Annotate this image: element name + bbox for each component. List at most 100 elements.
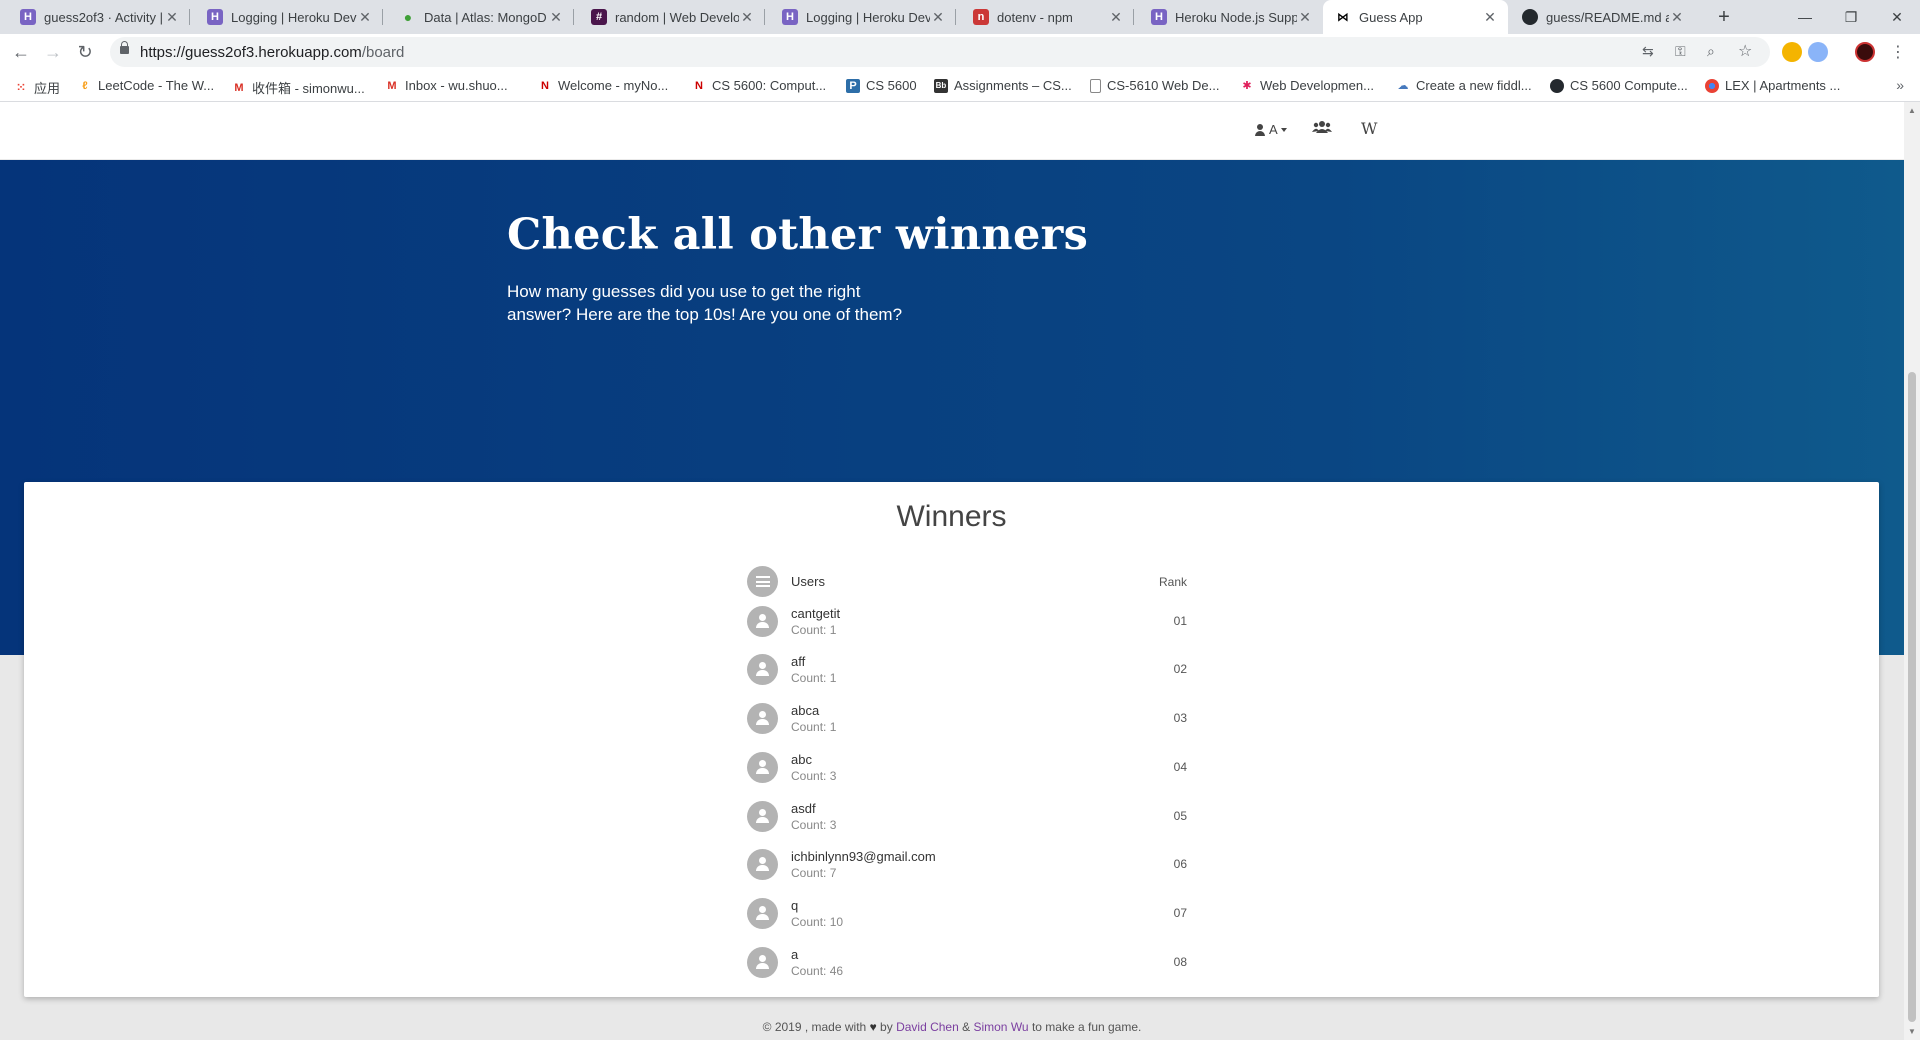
footer-amp: & <box>962 1020 971 1034</box>
leaderboard-row: abca Count: 1 03 <box>747 699 1187 739</box>
scrollbar-thumb[interactable] <box>1908 372 1916 1022</box>
close-icon[interactable]: ✕ <box>357 9 373 26</box>
user-name: a <box>791 947 799 962</box>
tab-title: guess/README.md a <box>1546 9 1669 25</box>
tab-title: Heroku Node.js Supp <box>1175 9 1297 25</box>
browser-tab[interactable]: guess/README.md a ✕ <box>1510 0 1695 34</box>
close-icon[interactable]: ✕ <box>930 9 946 26</box>
translate-icon[interactable]: ⇆ <box>1642 43 1654 60</box>
heroku-icon: H <box>782 9 798 25</box>
key-icon[interactable]: ⚿ <box>1675 43 1686 60</box>
leaderboard-row: a Count: 46 08 <box>747 943 1187 983</box>
minimize-button[interactable]: — <box>1782 0 1828 34</box>
bookmark-item[interactable]: N Welcome - myNo... <box>538 78 668 93</box>
user-name: abca <box>791 703 820 718</box>
scroll-down-arrow-icon[interactable]: ▼ <box>1908 1027 1916 1036</box>
browser-tabstrip: H guess2of3 · Activity | ✕ H Logging | H… <box>0 0 1920 34</box>
wikipedia-icon[interactable]: W <box>1361 119 1377 138</box>
bookmark-item[interactable]: CS-5610 Web De... <box>1090 78 1219 93</box>
page-viewport: A W Check all other winners How many gue… <box>0 102 1904 1040</box>
bookmarks-bar: ⁙ 应用 ℓ LeetCode - The W... M 收件箱 - simonwu.… <box>0 70 1920 102</box>
northeastern-icon: N <box>541 79 549 92</box>
person-icon <box>747 752 778 783</box>
profile-avatar[interactable] <box>1855 42 1875 62</box>
page-title: Check all other winners <box>507 210 1089 260</box>
browser-tab[interactable]: ● Data | Atlas: MongoD ✕ <box>388 0 574 34</box>
close-icon[interactable]: ✕ <box>739 9 755 26</box>
bookmark-item[interactable]: N CS 5600: Comput... <box>692 78 826 93</box>
url-host: https://guess2of3.herokuapp.com <box>140 44 362 61</box>
menu-kebab-icon[interactable]: ⋮ <box>1884 38 1912 66</box>
browser-tab[interactable]: H Heroku Node.js Supp ✕ <box>1139 0 1323 34</box>
bookmark-item[interactable]: ☁ Create a new fiddl... <box>1396 78 1532 93</box>
heroku-icon: H <box>20 9 36 25</box>
user-count: Count: 3 <box>791 818 837 832</box>
user-count: Count: 1 <box>791 671 837 685</box>
browser-tab-active[interactable]: ⋈ Guess App ✕ <box>1323 0 1508 34</box>
user-name: abc <box>791 752 812 767</box>
bookmark-item[interactable]: ℓ LeetCode - The W... <box>78 78 214 93</box>
scroll-up-arrow-icon[interactable]: ▲ <box>1908 106 1916 115</box>
close-icon[interactable]: ✕ <box>1297 9 1313 26</box>
close-icon[interactable]: ✕ <box>1669 9 1685 26</box>
bookmark-item[interactable]: LEX | Apartments ... <box>1705 78 1840 93</box>
reload-icon[interactable]: ↻ <box>71 38 99 66</box>
browser-tab[interactable]: H guess2of3 · Activity | ✕ <box>8 0 190 34</box>
star-icon[interactable]: ☆ <box>1738 41 1752 61</box>
close-icon[interactable]: ✕ <box>1482 9 1498 26</box>
bookmark-item[interactable]: P CS 5600 <box>846 78 917 93</box>
close-icon[interactable]: ✕ <box>548 9 564 26</box>
close-icon[interactable]: ✕ <box>1108 9 1124 26</box>
bookmark-label: LeetCode - The W... <box>98 78 215 93</box>
slack-icon: # <box>591 9 607 25</box>
bookmark-label: 应用 <box>34 81 61 96</box>
northeastern-icon: N <box>695 79 703 92</box>
bookmark-label: Create a new fiddl... <box>1416 78 1532 93</box>
url-text[interactable]: https://guess2of3.herokuapp.com/board <box>140 44 404 61</box>
window-close-button[interactable]: ✕ <box>1874 0 1920 34</box>
user-rank: 02 <box>1173 662 1187 676</box>
bookmark-item[interactable]: CS 5600 Compute... <box>1550 78 1688 93</box>
group-users-icon[interactable] <box>1312 120 1332 134</box>
close-icon[interactable]: ✕ <box>164 9 180 26</box>
footer-suffix: to make a fun game. <box>1031 1020 1142 1034</box>
site-navbar: A W <box>0 102 1904 160</box>
user-count: Count: 10 <box>791 915 844 929</box>
maximize-button[interactable]: ❐ <box>1828 0 1874 34</box>
user-rank: 06 <box>1173 857 1187 871</box>
tab-title: Logging | Heroku Dev <box>231 9 357 25</box>
address-bar[interactable]: https://guess2of3.herokuapp.com/board ⇆ … <box>110 37 1770 67</box>
author-link-simon[interactable]: Simon Wu <box>973 1020 1028 1034</box>
bookmark-label: 收件箱 - simonwu... <box>252 81 365 96</box>
forward-arrow-icon[interactable]: → <box>39 38 67 66</box>
footer-by: by <box>880 1020 893 1034</box>
back-arrow-icon[interactable]: ← <box>7 38 35 66</box>
new-tab-button[interactable]: + <box>1710 0 1738 34</box>
zoom-icon[interactable]: ⌕ <box>1707 43 1715 60</box>
bookmarks-overflow-icon[interactable]: » <box>1896 77 1904 93</box>
browser-tab[interactable]: H Logging | Heroku Dev ✕ <box>770 0 956 34</box>
bookmark-apps[interactable]: ⁙ 应用 <box>14 78 60 97</box>
bookmark-item[interactable]: ✱ Web Developmen... <box>1240 78 1374 93</box>
bookmark-item[interactable]: M 收件箱 - simonwu... <box>232 78 365 97</box>
bookmark-item[interactable]: Bb Assignments – CS... <box>934 78 1072 93</box>
npm-icon: n <box>973 9 989 25</box>
chrome-icon <box>1705 78 1719 93</box>
user-count: Count: 1 <box>791 720 837 734</box>
user-menu-dropdown[interactable]: A <box>1255 122 1287 137</box>
author-link-david[interactable]: David Chen <box>896 1020 959 1034</box>
extension-icon[interactable] <box>1808 42 1828 62</box>
tab-title: Logging | Heroku Dev <box>806 9 930 25</box>
user-rank: 07 <box>1173 906 1187 920</box>
user-name: asdf <box>791 801 816 816</box>
leaderboard-row: cantgetit Count: 1 01 <box>747 602 1187 642</box>
browser-tab[interactable]: H Logging | Heroku Dev ✕ <box>195 0 383 34</box>
bookmark-item[interactable]: M Inbox - wu.shuo... <box>385 78 507 93</box>
tab-title: Guess App <box>1359 9 1423 25</box>
extension-icon[interactable] <box>1782 42 1802 62</box>
page-scrollbar[interactable]: ▲ ▼ <box>1904 102 1920 1040</box>
person-icon <box>747 606 778 637</box>
browser-tab[interactable]: n dotenv - npm ✕ <box>961 0 1134 34</box>
user-count: Count: 1 <box>791 623 837 637</box>
browser-tab[interactable]: # random | Web Develo ✕ <box>579 0 765 34</box>
